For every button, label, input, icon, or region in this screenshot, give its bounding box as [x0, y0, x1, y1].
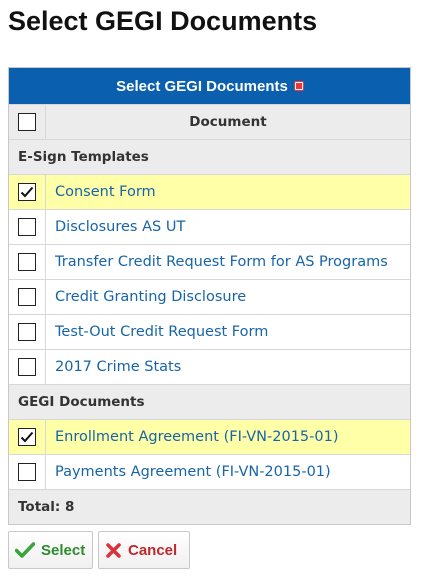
table-row[interactable]: Disclosures AS UT: [9, 209, 410, 244]
group-row-e-sign-templates: E-Sign Templates: [9, 139, 410, 174]
table-row[interactable]: 2017 Crime Stats: [9, 349, 410, 384]
group-label: GEGI Documents: [18, 394, 145, 410]
table-row[interactable]: Enrollment Agreement (FI-VN-2015-01): [9, 419, 410, 454]
checkbox-cell: [9, 280, 46, 314]
row-checkbox[interactable]: [18, 358, 36, 376]
row-checkbox[interactable]: [18, 463, 36, 481]
cancel-button-label: Cancel: [128, 541, 178, 559]
column-header-row: Document: [9, 104, 410, 139]
select-all-cell: [9, 105, 46, 139]
close-icon: [105, 542, 122, 559]
row-checkbox[interactable]: [18, 323, 36, 341]
table-row[interactable]: Test-Out Credit Request Form: [9, 314, 410, 349]
row-checkbox[interactable]: [18, 253, 36, 271]
documents-grid: Select GEGI Documents Document E-Sign Te…: [8, 67, 411, 525]
row-checkbox[interactable]: [18, 288, 36, 306]
select-button-label: Select: [41, 541, 86, 559]
group-row-gegi-documents: GEGI Documents: [9, 384, 410, 419]
document-link[interactable]: Test-Out Credit Request Form: [46, 315, 410, 349]
checkbox-cell: [9, 315, 46, 349]
row-checkbox[interactable]: [18, 218, 36, 236]
document-link[interactable]: Consent Form: [46, 175, 410, 209]
required-indicator-icon: [294, 82, 303, 90]
grid-header-title: Select GEGI Documents: [116, 77, 288, 95]
column-header-document: Document: [189, 114, 267, 130]
checkbox-cell: [9, 175, 46, 209]
document-link[interactable]: Payments Agreement (FI-VN-2015-01): [46, 455, 410, 489]
checkmark-icon: [15, 542, 35, 558]
table-row[interactable]: Payments Agreement (FI-VN-2015-01): [9, 454, 410, 489]
table-row[interactable]: Credit Granting Disclosure: [9, 279, 410, 314]
document-link[interactable]: Enrollment Agreement (FI-VN-2015-01): [46, 420, 410, 454]
page-title: Select GEGI Documents: [8, 6, 318, 36]
checkbox-cell: [9, 210, 46, 244]
checkmark-icon: [20, 431, 34, 443]
checkbox-cell: [9, 455, 46, 489]
checkmark-icon: [20, 186, 34, 198]
checkbox-cell: [9, 350, 46, 384]
total-count: Total: 8: [18, 499, 75, 515]
row-checkbox[interactable]: [18, 428, 36, 446]
document-link[interactable]: 2017 Crime Stats: [46, 350, 410, 384]
table-row[interactable]: Consent Form: [9, 174, 410, 209]
row-checkbox[interactable]: [18, 183, 36, 201]
cancel-button[interactable]: Cancel: [98, 531, 190, 569]
checkbox-cell: [9, 420, 46, 454]
select-all-checkbox[interactable]: [18, 113, 36, 131]
group-label: E-Sign Templates: [18, 149, 149, 165]
select-button[interactable]: Select: [8, 531, 93, 569]
document-link[interactable]: Disclosures AS UT: [46, 210, 410, 244]
total-row: Total: 8: [9, 489, 410, 524]
document-link[interactable]: Transfer Credit Request Form for AS Prog…: [46, 245, 410, 279]
checkbox-cell: [9, 245, 46, 279]
table-row[interactable]: Transfer Credit Request Form for AS Prog…: [9, 244, 410, 279]
document-link[interactable]: Credit Granting Disclosure: [46, 280, 410, 314]
grid-header: Select GEGI Documents: [9, 68, 410, 104]
